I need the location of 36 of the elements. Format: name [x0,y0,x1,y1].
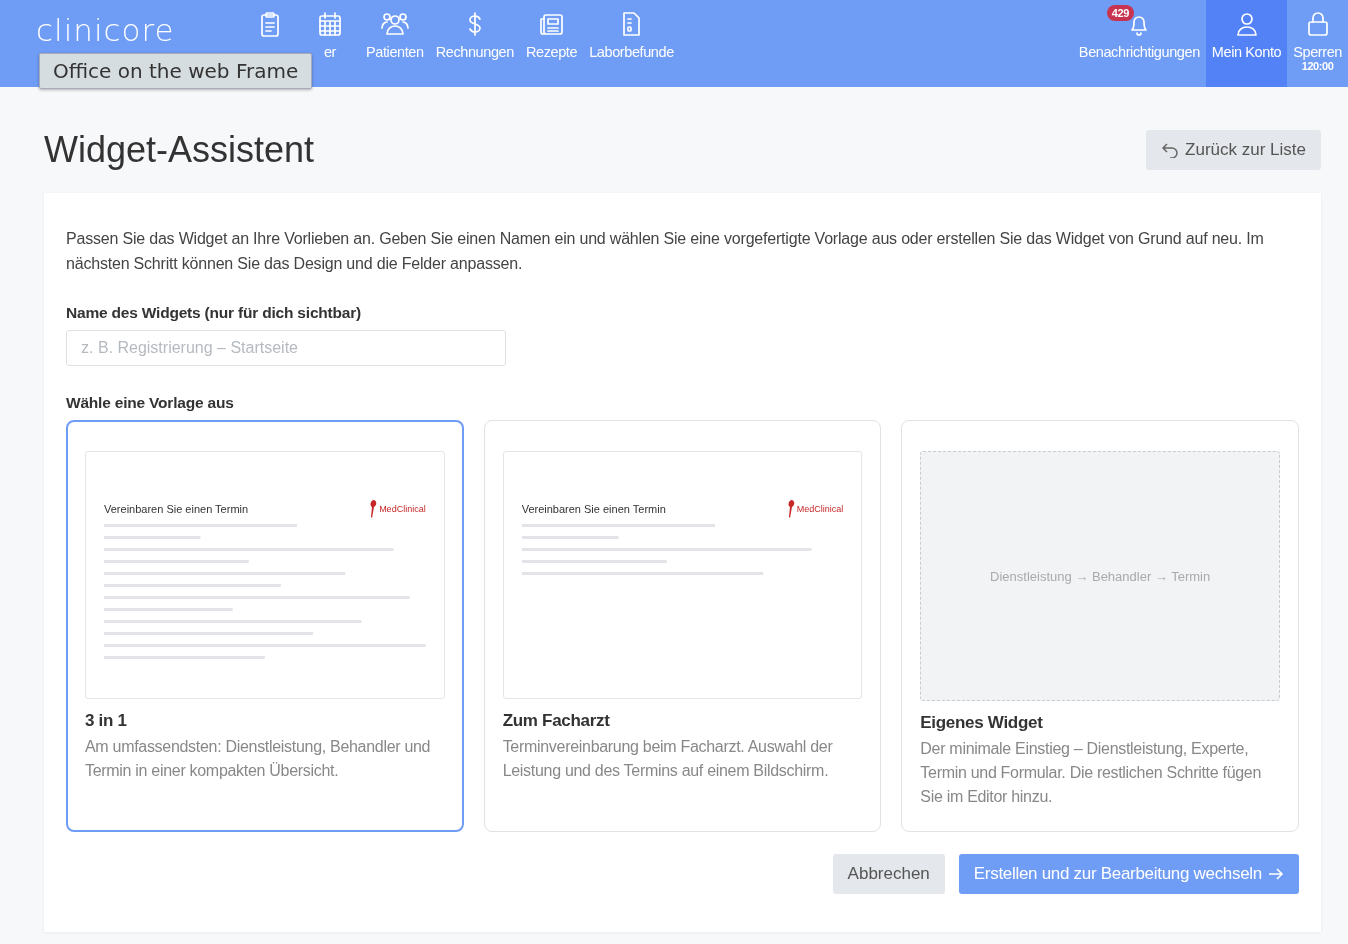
name-field[interactable]: z. B. Registrierung – Startseite [66,330,506,366]
back-button[interactable]: Zurück zur Liste [1146,130,1321,170]
brand-logo: MedClinical [786,500,844,518]
calendar-icon [316,10,344,38]
brand-logo: MedClinical [369,500,426,518]
template-description: Der minimale Einstieg – Dienstleistung, Experte, Termin und Formular. Die restlichen Schritte fügen Sie im Editor hinzu. [920,739,1263,807]
top-nav-button[interactable]: Mein Konto [1205,0,1288,87]
cancel-button[interactable]: Abbrechen [832,854,945,894]
nav-link[interactable]: Rechnungen [435,44,514,62]
preview-title: Vereinbaren Sie einen Termin [104,503,249,515]
page-title: Widget-Assistent [44,129,315,171]
reply-arrow-icon [1161,142,1180,158]
nav-link[interactable]: Laborbefunde [589,44,674,62]
template-description: Terminvereinbarung beim Facharzt. Auswahl der Leistung und des Termins auf einem Bildschirm. [502,737,834,781]
template-title: Zum Facharzt [502,711,611,731]
template-card[interactable]: Vereinbaren Sie einen Termin MedClinical 3 in 1 Am umfassendsten: Dienstleistung, Behandler und Termin in einer kompakten Übersicht. [66,420,464,832]
template-card[interactable]: Dienstleistung → Behandler → Termin Eigenes Widget Der minimale Einstieg – Dienstleistung, Experte, Termin und Formular. Die restlichen Schritte fügen Sie im Editor hinzu. [901,420,1299,832]
tooltip: Office on the web Frame [39,53,313,89]
template-description: Am umfassendsten: Dienstleistung, Behandler und Termin in einer kompakten Übersicht. [85,737,432,781]
template-title: 3 in 1 [85,711,128,731]
preview-title: Vereinbaren Sie einen Termin [521,503,666,515]
people-icon [380,10,409,38]
submit-button[interactable]: Erstellen und zur Bearbeitung wechseln [958,854,1299,894]
template-title: Eigenes Widget [920,713,1044,733]
field-label: Name des Widgets (nur für dich sichtbar) [66,304,362,322]
arrow-right-icon [1268,867,1284,881]
top-nav-button[interactable]: Sperren 120:00 [1287,0,1348,87]
section-label: Wähle eine Vorlage aus [66,394,235,412]
nav-link[interactable]: Patienten [366,44,424,62]
top-nav-button[interactable]: Benachrichtigungen 429 [1072,0,1206,87]
template-card[interactable]: Vereinbaren Sie einen Termin MedClinical Zum Facharzt Terminvereinbarung beim Facharzt. Auswahl der Leistung und des Termins auf einem Bildschirm. [483,420,882,832]
flow-text: Dienstleistung → Behandler → Termin [990,568,1211,584]
count-badge: 429 [1106,5,1134,21]
nav-link[interactable]: Rezepte [525,44,578,62]
intro-text: Passen Sie das Widget an Ihre Vorlieben an. Geben Sie einen Namen ein und wählen Sie eine vorgefertigte Vorlage aus oder erstellen Sie das Widget von Grund auf neu. Im nächsten Schritt können Sie das Design und die Felder anpassen. [66,229,1265,274]
nav-link[interactable]: er [323,44,337,62]
